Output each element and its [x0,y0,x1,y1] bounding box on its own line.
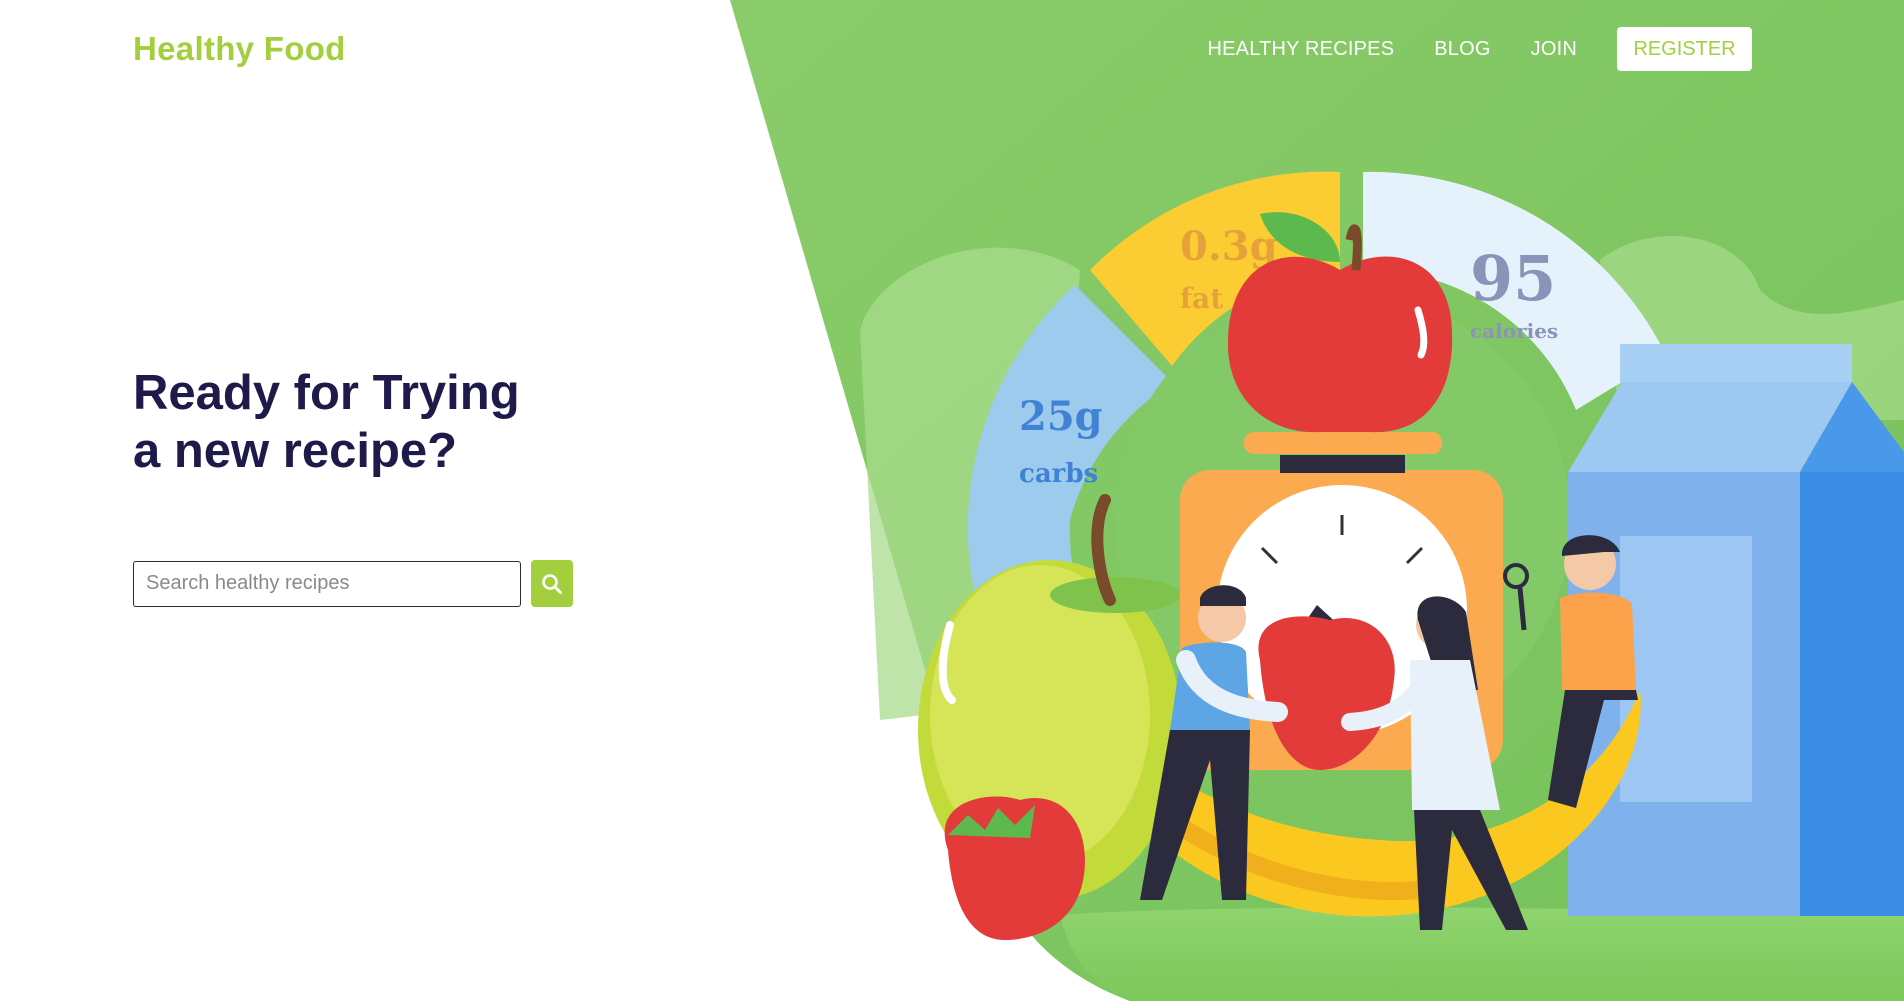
top-nav: HEALTHY RECIPES BLOG JOIN REGISTER [1207,27,1752,71]
page: 0.3g fat 95 calories 25g carbs Healthy F… [0,0,1904,1001]
search-icon [542,573,562,594]
hero-background [730,0,1904,1001]
logo[interactable]: Healthy Food [133,30,346,68]
hero-headline: Ready for Trying a new recipe? [133,366,520,478]
search-input[interactable] [133,560,521,607]
search-bar [133,560,573,607]
nav-link-blog[interactable]: BLOG [1434,38,1490,61]
register-button[interactable]: REGISTER [1617,27,1752,71]
search-button[interactable] [531,560,573,607]
nav-link-healthy-recipes[interactable]: HEALTHY RECIPES [1207,38,1394,61]
nav-link-join[interactable]: JOIN [1531,38,1577,61]
